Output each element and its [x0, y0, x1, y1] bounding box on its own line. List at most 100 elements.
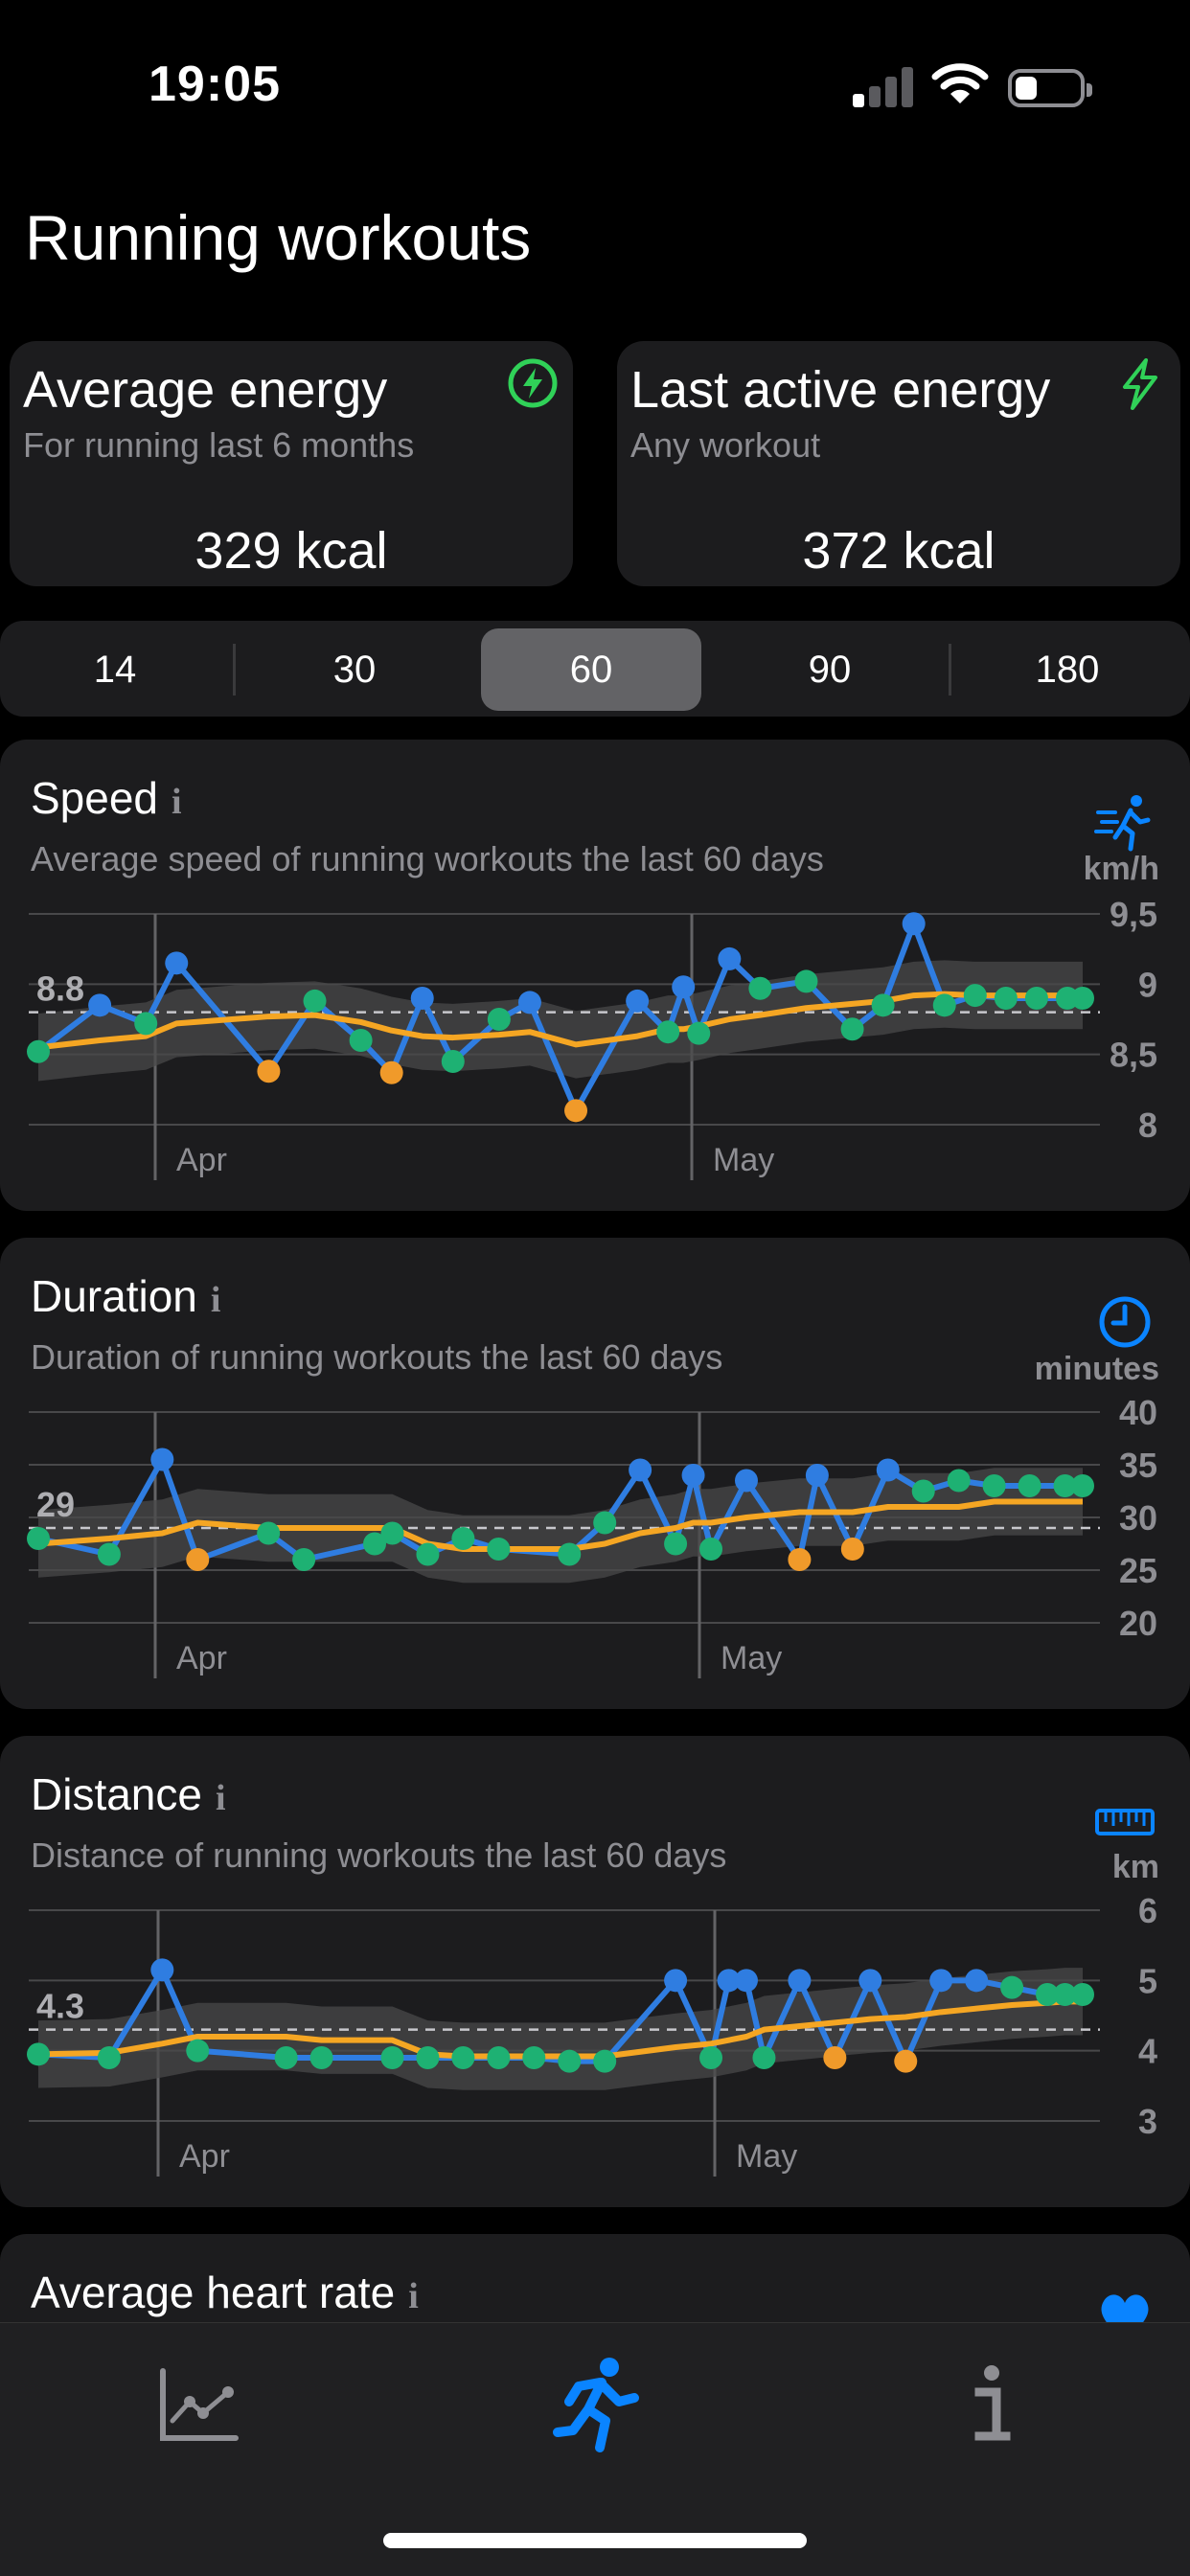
data-point [1024, 987, 1048, 1010]
month-label: Apr [176, 1640, 227, 1676]
data-point [27, 1527, 50, 1550]
bolt-icon [1123, 358, 1157, 410]
info-icon[interactable]: i [216, 1778, 226, 1818]
data-point [416, 2046, 440, 2069]
data-point [451, 2046, 475, 2069]
data-point [303, 989, 327, 1013]
data-point [593, 2049, 617, 2073]
status-time: 19:05 [149, 57, 281, 112]
data-point [629, 1458, 652, 1482]
last-active-energy-value: 372 kcal [802, 522, 995, 580]
duration-subtitle: Duration of running workouts the last 60… [31, 1337, 723, 1377]
data-point [963, 984, 987, 1008]
tab-info-icon[interactable] [939, 2352, 1044, 2457]
range-option-30[interactable]: 30 [245, 628, 464, 711]
data-point [309, 2046, 333, 2069]
y-tick-label: 9 [1138, 965, 1157, 1004]
wifi-icon [931, 63, 989, 103]
y-tick-label: 6 [1138, 1891, 1157, 1930]
data-point [681, 1464, 705, 1487]
y-tick-label: 5 [1138, 1961, 1157, 2000]
data-point [902, 912, 926, 936]
data-point [97, 2046, 121, 2069]
average-energy-card[interactable]: Average energy For running last 6 months… [10, 341, 573, 586]
data-point [994, 987, 1018, 1010]
home-indicator[interactable] [383, 2533, 807, 2548]
page-title: Running workouts [25, 202, 532, 273]
y-tick-label: 30 [1119, 1498, 1157, 1538]
data-point [932, 993, 956, 1017]
bolt-circle-icon [508, 358, 558, 408]
data-point [858, 1969, 882, 1993]
data-point [672, 975, 696, 999]
last-active-energy-card[interactable]: Last active energy Any workout 372 kcal [617, 341, 1180, 586]
data-point [257, 1060, 281, 1083]
data-point [823, 2046, 847, 2069]
data-point [487, 1538, 511, 1561]
data-point [1000, 1975, 1024, 1999]
distance-title: Distance i [31, 1769, 226, 1819]
distance-subtitle: Distance of running workouts the last 60… [31, 1835, 727, 1875]
data-point [165, 951, 189, 975]
data-point [699, 1538, 723, 1561]
average-energy-value: 329 kcal [195, 522, 388, 580]
speed-unit: km/h [1083, 851, 1159, 887]
data-point [380, 2046, 404, 2069]
data-point [734, 1969, 758, 1993]
data-point [522, 2046, 546, 2069]
heart-rate-title: Average heart rate i [31, 2268, 419, 2317]
data-point [805, 1464, 829, 1487]
data-point [380, 1521, 404, 1545]
info-icon[interactable]: i [211, 1280, 221, 1320]
month-label: May [736, 2138, 797, 2175]
data-point [840, 1017, 864, 1041]
data-point [929, 1969, 953, 1993]
average-energy-title: Average energy [23, 361, 388, 419]
data-point [186, 2039, 210, 2063]
data-point [558, 2049, 582, 2073]
data-point [894, 2049, 918, 2073]
data-point [564, 1099, 588, 1123]
data-point [257, 1521, 281, 1545]
battery-icon [1008, 69, 1092, 107]
y-tick-label: 4 [1138, 2032, 1157, 2071]
data-point [626, 989, 650, 1013]
last-active-energy-title: Last active energy [630, 361, 1051, 419]
range-option-180[interactable]: 180 [962, 628, 1173, 711]
data-point [134, 1012, 158, 1036]
data-point [97, 1542, 121, 1566]
data-point [840, 1538, 864, 1561]
data-point [487, 1008, 511, 1031]
y-tick-label: 9,5 [1110, 895, 1157, 934]
data-point [1071, 1983, 1094, 2006]
speed-chart-card[interactable]: 9,5 9 8,5 8 Apr May 8.8 Speed i Average speed o… [0, 740, 1190, 1211]
data-point [1018, 1474, 1041, 1497]
data-point [734, 1469, 758, 1493]
data-point [487, 2046, 511, 2069]
duration-unit: minutes [1034, 1351, 1159, 1387]
data-point [656, 1020, 680, 1044]
y-tick-label: 35 [1119, 1446, 1157, 1485]
data-point [27, 1039, 50, 1063]
range-option-60[interactable]: 60 [481, 628, 701, 711]
info-icon[interactable]: i [172, 782, 182, 822]
average-energy-subtitle: For running last 6 months [23, 425, 415, 465]
tab-chart-icon[interactable] [144, 2352, 249, 2457]
data-point [441, 1050, 465, 1073]
y-tick-label: 8 [1138, 1106, 1157, 1145]
data-point [687, 1021, 711, 1045]
data-point [664, 1532, 688, 1556]
distance-chart-card[interactable]: 6 5 4 3 Apr May 4.3 Distance i Distance of runn… [0, 1736, 1190, 2207]
data-point [876, 1458, 900, 1482]
tab-running-icon[interactable] [542, 2352, 648, 2457]
range-option-90[interactable]: 90 [721, 628, 939, 711]
info-icon[interactable]: i [408, 2276, 419, 2316]
data-point [748, 976, 772, 1000]
last-active-energy-subtitle: Any workout [630, 425, 821, 465]
data-point [349, 1029, 373, 1052]
data-point [664, 1969, 688, 1993]
data-point [752, 2046, 776, 2069]
duration-chart-card[interactable]: 40 35 30 25 20 Apr May 29 Duration i Duration of… [0, 1238, 1190, 1709]
distance-unit: km [1111, 1849, 1159, 1885]
range-option-14[interactable]: 14 [10, 628, 220, 711]
